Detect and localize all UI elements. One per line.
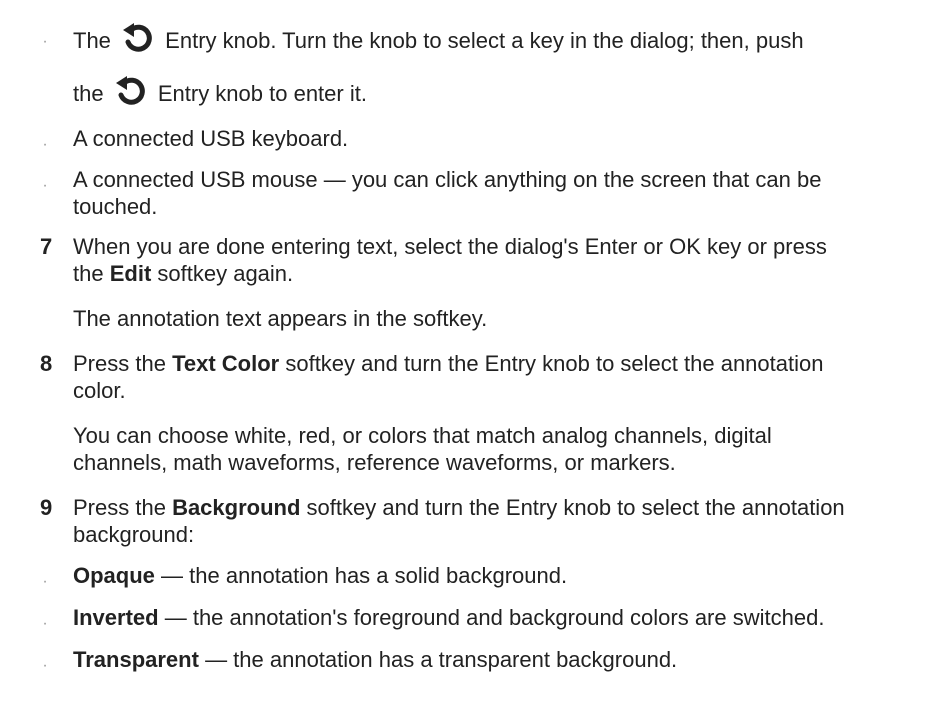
bullet-entry-knob-cont: the Entry knob to enter it. [73,75,367,111]
step-number: 7 [40,234,53,259]
text: softkey and turn the Entry knob to selec… [306,495,845,520]
step-9-line1: Press the Background softkey and turn th… [73,494,845,521]
step-number: 9 [40,495,53,520]
bullet-text-pre: the [73,81,104,106]
bullet-entry-knob: The Entry knob. Turn the knob to select … [73,22,804,58]
step-8-note-line2: channels, math waveforms, reference wave… [73,450,676,475]
step-8-note-line1: You can choose white, red, or colors tha… [73,423,772,448]
step-8-line2: color. [73,378,126,403]
option-name: Transparent [73,647,199,672]
text: Press the [73,495,166,520]
step-8-line1: Press the Text Color softkey and turn th… [73,350,823,377]
bullet-marker: · [42,657,48,674]
bullet-text-pre: The [73,28,111,53]
option-opaque: Opaque — the annotation has a solid back… [73,562,567,589]
option-transparent: Transparent — the annotation has a trans… [73,646,677,673]
bullet-usb-keyboard: A connected USB keyboard. [73,126,349,151]
bullet-text-post: Entry knob. Turn the knob to select a ke… [165,28,804,53]
step-9-line2: background: [73,522,195,547]
option-inverted: Inverted — the annotation's foreground a… [73,604,824,631]
text: softkey and turn the Entry knob to selec… [285,351,824,376]
step-number: 8 [40,351,53,376]
option-desc: — the annotation has a solid background. [161,563,568,588]
text: Press the [73,351,166,376]
bullet-marker: · [42,573,48,590]
text: softkey again. [157,261,294,286]
step-7-line2: the Edit softkey again. [73,260,293,287]
bullet-marker: · [42,177,48,194]
bullet-marker: · [42,33,48,50]
bullet-marker: · [42,615,48,632]
text: the [73,261,104,286]
step-7-line1: When you are done entering text, select … [73,234,827,259]
option-desc: — the annotation's foreground and backgr… [164,605,825,630]
softkey-name: Background [172,495,301,520]
option-desc: — the annotation has a transparent backg… [205,647,678,672]
bullet-marker: · [42,136,48,153]
step-7-note: The annotation text appears in the softk… [73,306,488,331]
option-name: Inverted [73,605,159,630]
softkey-name: Edit [109,261,152,286]
bullet-text-post: Entry knob to enter it. [157,81,367,106]
bullet-usb-mouse-line2: touched. [73,194,158,219]
softkey-name: Text Color [172,351,280,376]
entry-knob-icon [121,22,155,58]
option-name: Opaque [73,563,155,588]
bullet-usb-mouse-line1: A connected USB mouse — you can click an… [73,167,822,192]
entry-knob-icon [114,75,148,111]
